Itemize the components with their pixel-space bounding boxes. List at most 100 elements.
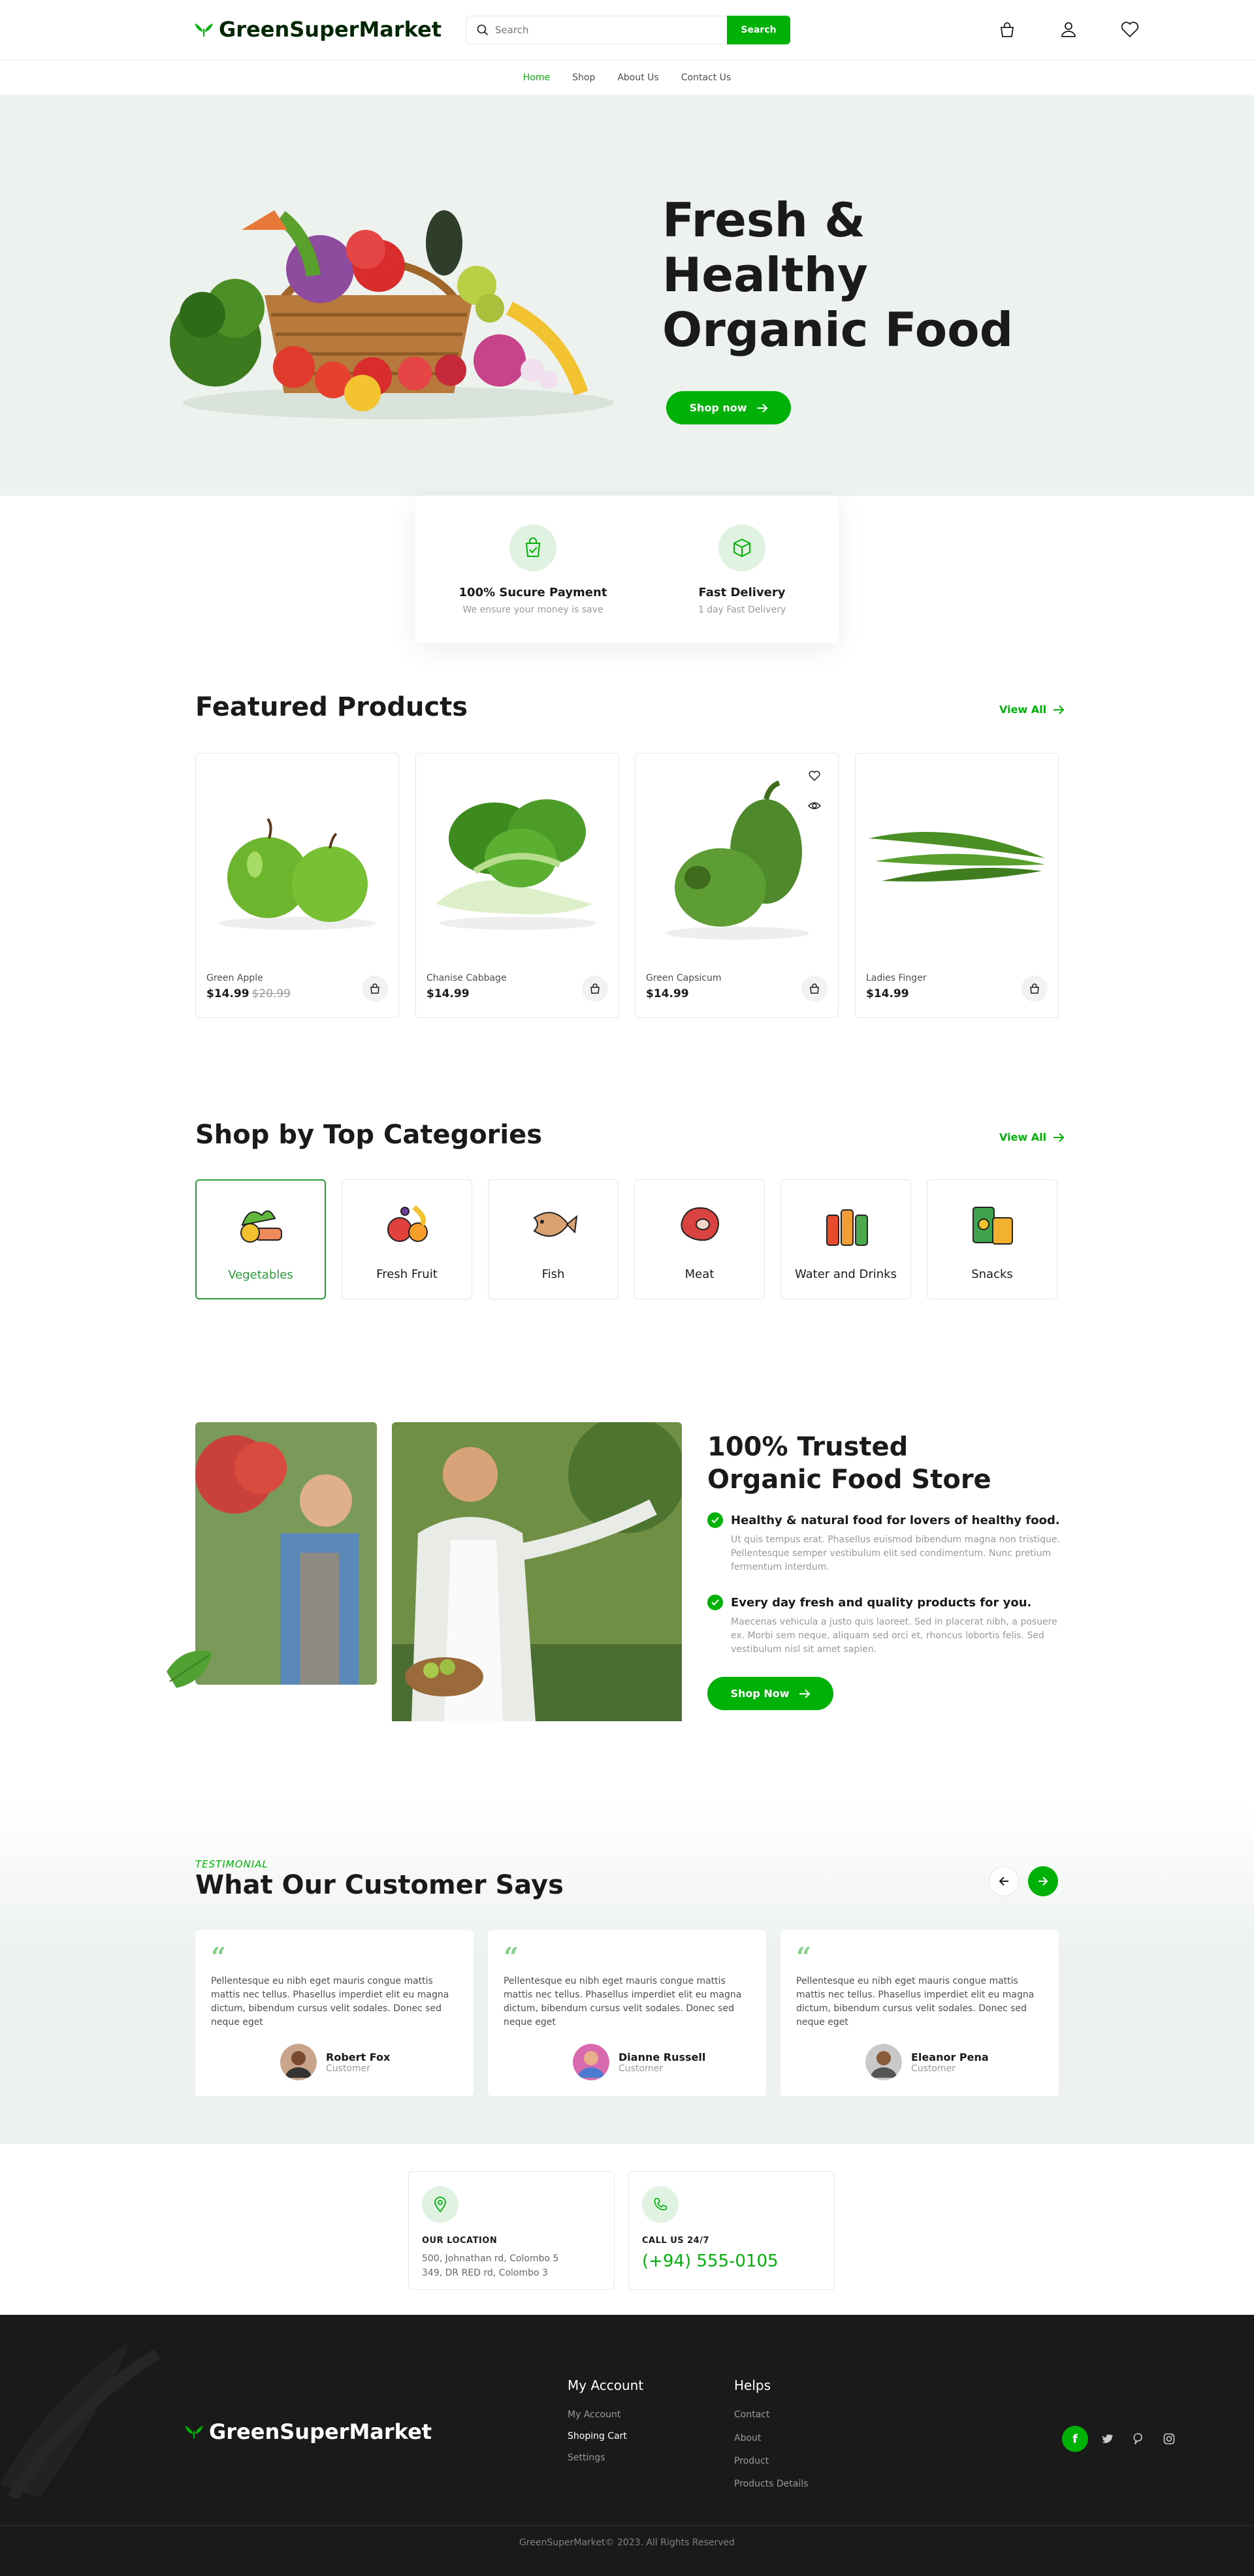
footer-link-settings[interactable]: Settings [568,2453,605,2463]
instagram-icon[interactable] [1156,2426,1182,2452]
product-card-green-apple[interactable]: Green Apple $14.99 $20.99 [195,753,399,1018]
trusted-shop-now-button[interactable]: Shop Now [707,1677,833,1710]
leaf-logo-icon [185,2426,203,2439]
wishlist-heart-icon[interactable] [807,768,822,784]
footer-helps-title: Helps [734,2377,771,2393]
trusted-title-line2: Organic Food Store [707,1465,991,1495]
product-price: $14.99 [866,987,909,1000]
check-icon [707,1512,723,1528]
call-label: CALL US 24/7 [642,2236,710,2246]
feature-secure-payment: 100% Sucure Payment We ensure your money… [448,524,618,615]
search-icon [477,24,489,36]
nav-contact[interactable]: Contact Us [681,72,731,83]
search-button[interactable]: Search [727,16,790,44]
hero-shop-now-button[interactable]: Shop now [666,391,791,424]
add-to-cart-button[interactable] [801,976,828,1002]
nav-shop[interactable]: Shop [572,72,595,83]
add-to-cart-button[interactable] [1021,976,1048,1002]
quick-view-eye-icon[interactable] [807,798,822,814]
testimonial-text: Pellentesque eu nibh eget mauris congue … [796,1976,1035,2027]
category-water-drinks[interactable]: Water and Drinks [780,1179,911,1299]
product-name: Green Capsicum [646,973,722,983]
footer-link-shopping-cart[interactable]: Shoping Cart [568,2431,627,2441]
pinterest-icon[interactable] [1125,2426,1151,2452]
footer-link-contact[interactable]: Contact [734,2409,769,2420]
product-name: Chanise Cabbage [426,973,507,983]
hero-banner: Fresh & Healthy Organic Food Shop now [0,96,1254,496]
footer-link-about[interactable]: About [734,2433,761,2443]
featured-view-all-link[interactable]: View All [999,703,1065,716]
footer-link-my-account[interactable]: My Account [568,2409,620,2420]
phone-number[interactable]: (+94) 555-0105 [642,2251,779,2271]
next-testimonial-button[interactable] [1028,1866,1058,1896]
search-bar: Search [466,16,790,44]
category-fish[interactable]: Fish [488,1179,619,1299]
feature-title: Fast Delivery [698,586,786,599]
check-icon [707,1595,723,1610]
testimonial-eyebrow: TESTIMONIAL [195,1858,268,1870]
categories-title: Shop by Top Categories [195,1120,543,1150]
arrow-right-icon [1053,705,1065,714]
cabbage-image [436,799,596,930]
footer-my-account-title: My Account [568,2377,644,2393]
bag-icon[interactable] [997,19,1018,40]
features-panel: 100% Sucure Payment We ensure your money… [415,496,839,643]
categories-view-all-link[interactable]: View All [999,1131,1065,1143]
product-price: $14.99 [426,987,470,1000]
shopping-bag-check-icon [509,524,556,571]
footer-brand-logo[interactable]: GreenSuperMarket [184,2419,432,2444]
trusted-title-line1: 100% Trusted [707,1432,908,1462]
search-input[interactable] [495,24,691,36]
footer-divider [0,2525,1254,2526]
product-card-ladies-finger[interactable]: Ladies Finger $14.99 [855,753,1059,1018]
product-price: $14.99 $20.99 [206,987,291,1000]
leaf-decoration-icon [167,1651,212,1688]
price-current: $14.99 [206,987,249,1000]
search-field[interactable] [466,16,727,44]
price-current: $14.99 [426,987,470,1000]
product-price: $14.99 [646,987,689,1000]
fruit-icon [387,1205,428,1242]
view-all-label: View All [999,703,1047,716]
fish-icon [533,1212,578,1237]
feature-subtitle: We ensure your money is save [462,605,603,615]
category-snacks[interactable]: Snacks [927,1179,1057,1299]
category-fresh-fruit[interactable]: Fresh Fruit [342,1179,472,1299]
featured-products-title: Featured Products [195,692,468,722]
product-card-green-capsicum[interactable]: Green Capsicum $14.99 [635,753,839,1018]
customer-name: Eleanor Pena [911,2050,989,2063]
arrow-right-icon [756,403,767,413]
trusted-point: Every day fresh and quality products for… [707,1595,1060,1657]
category-vegetables[interactable]: Vegetables [195,1179,326,1299]
category-label: Vegetables [228,1268,293,1282]
facebook-icon[interactable]: f [1062,2426,1088,2452]
add-to-cart-button[interactable] [582,976,608,1002]
brand-logo[interactable]: GreenSuperMarket [194,17,442,42]
hero-title-line2: Organic Food [662,302,1014,357]
feature-subtitle: 1 day Fast Delivery [698,605,786,615]
address-line: 500, Johnathan rd, Colombo 5 [422,2253,559,2264]
brand-name: GreenSuperMarket [209,2419,432,2444]
bag-icon [810,983,819,994]
footer-link-product[interactable]: Product [734,2456,769,2466]
arrow-right-icon [1053,1132,1065,1142]
arrow-right-icon [799,1689,810,1698]
price-current: $14.99 [646,987,689,1000]
product-name: Ladies Finger [866,973,927,983]
price-old: $20.99 [251,987,291,1000]
nav-home[interactable]: Home [523,72,550,83]
nav-about[interactable]: About Us [617,72,658,83]
testimonial-card: “ Pellentesque eu nibh eget mauris congu… [195,1930,474,2096]
heart-icon[interactable] [1119,19,1140,40]
trusted-cta-label: Shop Now [730,1687,790,1700]
prev-testimonial-button[interactable] [989,1866,1019,1896]
add-to-cart-button[interactable] [362,976,388,1002]
address-line: 349, DR RED rd, Colombo 3 [422,2268,548,2278]
product-card-chanise-cabbage[interactable]: Chanise Cabbage $14.99 [415,753,619,1018]
quote-icon: “ [211,1942,227,1973]
twitter-icon[interactable] [1095,2426,1121,2452]
footer-link-products-details[interactable]: Products Details [734,2479,808,2489]
category-meat[interactable]: Meat [634,1179,765,1299]
user-icon[interactable] [1058,19,1079,40]
farmer-apples-photo [195,1422,377,1685]
